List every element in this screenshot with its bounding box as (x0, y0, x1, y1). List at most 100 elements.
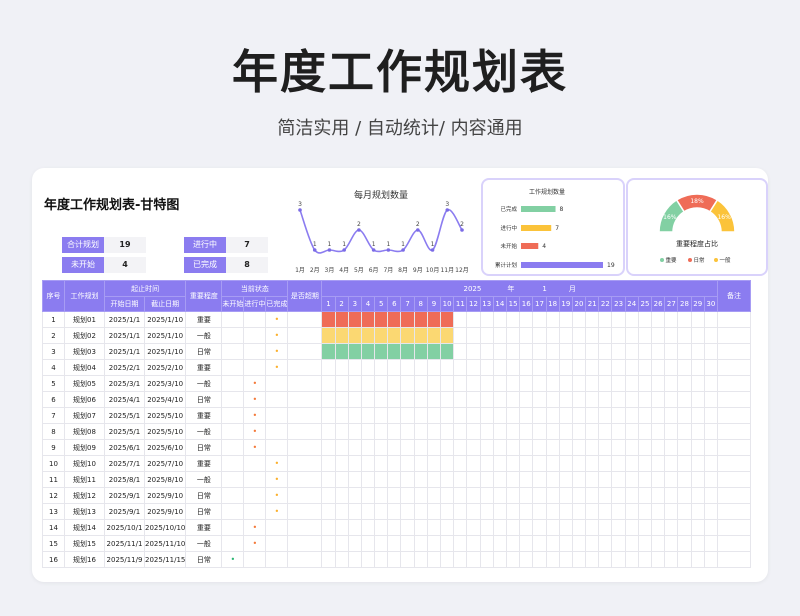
gantt-day-cell (585, 503, 600, 520)
header-day: 20 (571, 296, 587, 312)
table-row: 9 规划09 2025/6/1 2025/6/10 日常 • (42, 439, 751, 456)
gantt-day-cell (426, 343, 442, 360)
gantt-day-cell (505, 519, 521, 536)
gantt-day-cell (347, 423, 362, 440)
gantt-day-cell (492, 407, 507, 424)
row-overdue (287, 423, 323, 440)
gantt-day-cell (545, 311, 560, 328)
row-status-done (265, 519, 289, 536)
row-status-in-progress (243, 487, 267, 504)
gantt-day-cell (664, 471, 679, 488)
row-status-in-progress: • (243, 439, 267, 456)
gantt-day-cell (585, 455, 600, 472)
gantt-day-cell (413, 487, 428, 504)
row-seq: 14 (42, 519, 65, 536)
table-row: 7 规划07 2025/5/1 2025/5/10 重要 • (42, 407, 751, 424)
table-row: 5 规划05 2025/3/1 2025/3/10 一般 • (42, 375, 751, 392)
gantt-day-cell (426, 359, 442, 376)
gantt-day-cell (571, 487, 587, 504)
header-day: 16 (519, 296, 534, 312)
row-start-date: 2025/6/1 (104, 439, 145, 456)
row-note (716, 327, 751, 344)
gantt-day-cell (321, 503, 336, 520)
row-status-done: • (265, 359, 289, 376)
row-importance: 日常 (185, 487, 223, 504)
gantt-day-cell (426, 551, 442, 568)
gantt-day-cell (387, 487, 402, 504)
gantt-day-cell (374, 519, 389, 536)
row-status-in-progress (243, 503, 267, 520)
gantt-day-cell (505, 423, 521, 440)
gantt-day-cell (440, 487, 455, 504)
header-day: 14 (492, 296, 507, 312)
gantt-day-cell (413, 375, 428, 392)
gantt-day-cell (558, 311, 573, 328)
gantt-day-cell (558, 471, 573, 488)
monthly-plan-data-label: 1 (313, 241, 317, 248)
gantt-day-cell (321, 535, 336, 552)
row-seq: 3 (42, 343, 65, 360)
gantt-day-cell (413, 519, 428, 536)
gantt-day-cell (321, 359, 336, 376)
gantt-day-cell (703, 343, 718, 360)
status-dot: • (252, 443, 258, 452)
row-seq: 15 (42, 535, 65, 552)
gantt-day-cell (505, 503, 521, 520)
gantt-day-cell (545, 503, 560, 520)
row-seq: 7 (42, 407, 65, 424)
row-end-date: 2025/5/10 (143, 407, 187, 424)
sheet-title: 年度工作规划表-甘特图 (44, 198, 180, 213)
gantt-day-cell (479, 439, 494, 456)
row-status-not-started (221, 439, 245, 456)
gantt-day-cell (453, 535, 468, 552)
row-status-done (265, 535, 289, 552)
gantt-day-cell (585, 551, 600, 568)
status-dot: • (274, 491, 280, 500)
row-plan: 规划13 (64, 503, 105, 520)
gantt-day-cell (519, 423, 534, 440)
row-overdue (287, 535, 323, 552)
row-status-done: • (265, 327, 289, 344)
gantt-day-cell (347, 487, 362, 504)
row-plan: 规划15 (64, 535, 105, 552)
row-status-not-started (221, 391, 245, 408)
row-end-date: 2025/2/10 (143, 359, 187, 376)
gantt-day-cell (374, 407, 389, 424)
gantt-day-cell (360, 487, 376, 504)
gantt-day-cell (387, 375, 402, 392)
gantt-day-cell (703, 359, 718, 376)
gantt-day-cell (585, 471, 600, 488)
monthly-plan-point (357, 228, 361, 232)
gantt-day-cell (571, 423, 587, 440)
gantt-day-cell (479, 535, 494, 552)
gantt-day-cell (624, 359, 639, 376)
gantt-day-cell (440, 375, 455, 392)
gantt-day-cell (651, 551, 666, 568)
row-status-in-progress (243, 311, 267, 328)
gantt-day-cell (651, 455, 666, 472)
gantt-day-cell (466, 471, 481, 488)
gantt-day-cell (637, 343, 653, 360)
monthly-plan-tick-label: 11月 (440, 267, 454, 274)
gantt-day-cell (690, 359, 705, 376)
monthly-plan-point (312, 248, 317, 252)
gantt-day-cell (611, 391, 626, 408)
gantt-day-cell (453, 423, 468, 440)
gantt-day-cell (505, 375, 521, 392)
row-importance: 重要 (185, 519, 223, 536)
row-status-not-started (221, 407, 245, 424)
monthly-plan-tick-label: 12月 (455, 267, 469, 274)
gantt-day-cell (334, 535, 349, 552)
plan-count-bar-panel: 工作规划数量 已完成 8 进行中 7 未开始 4 累计计划 19 (481, 178, 625, 276)
gantt-day-cell (466, 535, 481, 552)
table-row: 12 规划12 2025/9/1 2025/9/10 日常 • (42, 487, 751, 504)
row-seq: 10 (42, 455, 65, 472)
row-status-done (265, 407, 289, 424)
row-status-done: • (265, 487, 289, 504)
gantt-day-cell (440, 391, 455, 408)
gantt-day-cell (558, 423, 573, 440)
row-importance: 一般 (185, 423, 223, 440)
status-dot: • (274, 459, 280, 468)
monthly-plan-point (386, 248, 391, 252)
monthly-plan-tick-label: 9月 (413, 267, 423, 274)
